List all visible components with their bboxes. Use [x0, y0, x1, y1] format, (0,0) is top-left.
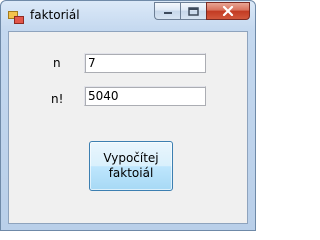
- minimize-button[interactable]: [154, 2, 180, 20]
- app-window: faktoriál n n! Vypo: [0, 0, 256, 231]
- n-label: n: [53, 56, 61, 70]
- maximize-icon: [188, 6, 199, 16]
- compute-factorial-button[interactable]: Vypočítej faktoiál: [89, 141, 173, 191]
- close-icon: [222, 6, 234, 16]
- n-input[interactable]: [84, 53, 206, 73]
- close-button[interactable]: [206, 2, 250, 20]
- minimize-icon: [163, 12, 172, 14]
- app-form-icon[interactable]: [8, 10, 24, 24]
- form-client-area: n n! Vypočítej faktoiál: [8, 31, 248, 224]
- result-field[interactable]: [84, 86, 206, 106]
- window-title: faktoriál: [30, 8, 80, 22]
- caption-buttons: [154, 2, 250, 20]
- result-label: n!: [51, 92, 64, 106]
- title-bar[interactable]: faktoriál: [1, 1, 255, 31]
- maximize-button[interactable]: [180, 2, 206, 20]
